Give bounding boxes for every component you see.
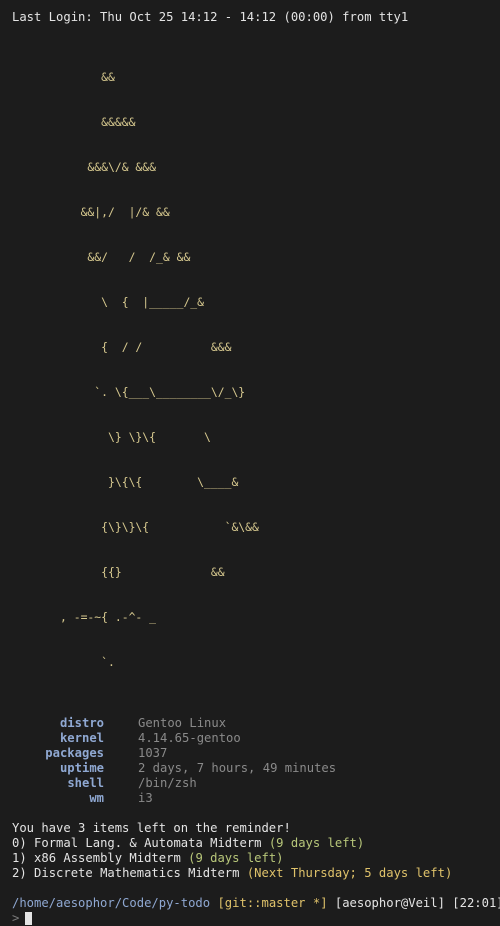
prompt-user-host: [aesophor@Veil]: [334, 896, 445, 910]
last-login-line: Last Login: Thu Oct 25 14:12 - 14:12 (00…: [12, 10, 409, 24]
sysinfo-row-packages: packages 1037: [12, 746, 500, 761]
ascii-art-line: \ { |_____/_&: [60, 295, 205, 309]
prompt-symbol: >: [12, 911, 20, 925]
reminder-due: (9 days left): [268, 836, 365, 850]
prompt-time: [22:01]: [452, 896, 500, 910]
command-input-line[interactable]: >: [12, 911, 500, 926]
ascii-art-line: &&: [60, 70, 115, 84]
reminder-section: You have 3 items left on the reminder! 0…: [12, 821, 500, 881]
reminder-index: 1): [12, 851, 27, 865]
reminder-item: 1) x86 Assembly Midterm (9 days left): [12, 851, 500, 866]
sysinfo-row-kernel: kernel 4.14.65-gentoo: [12, 731, 500, 746]
sysinfo-key: uptime: [59, 761, 104, 775]
sysinfo-row-uptime: uptime 2 days, 7 hours, 49 minutes: [12, 761, 500, 776]
ascii-art-line: {\}\}\{ `&\&&: [60, 520, 259, 534]
ascii-art-line: `.: [60, 655, 115, 669]
sysinfo-value: /bin/zsh: [138, 776, 197, 790]
ascii-art-line: \} \}\{ \: [60, 430, 211, 444]
reminder-index: 0): [12, 836, 27, 850]
reminder-index: 2): [12, 866, 27, 880]
sysinfo-value: i3: [138, 791, 153, 805]
ascii-art-line: }\{\{ \____&: [60, 475, 239, 489]
prompt-git-branch: [git::master *]: [217, 896, 328, 910]
reminder-item: 2) Discrete Mathematics Midterm (Next Th…: [12, 866, 500, 881]
reminder-item: 0) Formal Lang. & Automata Midterm (9 da…: [12, 836, 500, 851]
sysinfo-value: 2 days, 7 hours, 49 minutes: [138, 761, 337, 775]
reminder-task: Discrete Mathematics Midterm: [34, 866, 240, 880]
sysinfo-value: Gentoo Linux: [138, 716, 227, 730]
reminder-due: (Next Thursday; 5 days left): [246, 866, 453, 880]
ascii-art-line: {{} &&: [60, 565, 225, 579]
ascii-art-line: { / / &&&: [60, 340, 232, 354]
sysinfo-row-shell: shell /bin/zsh: [12, 776, 500, 791]
sysinfo-row-distro: distro Gentoo Linux: [12, 716, 500, 731]
ascii-art-line: `. \{___\________\/_\}: [60, 385, 246, 399]
ascii-art-line: &&&\/& &&&: [60, 160, 157, 174]
text-cursor[interactable]: [25, 912, 33, 925]
reminder-header: You have 3 items left on the reminder!: [12, 821, 291, 835]
ascii-art-line: &&|,/ |/& &&: [60, 205, 170, 219]
system-info: distro Gentoo Linux kernel 4.14.65-gento…: [12, 716, 500, 806]
reminder-task: x86 Assembly Midterm: [34, 851, 181, 865]
sysinfo-key: distro: [59, 716, 104, 730]
gentoo-ascii-art: && &&&&& &&&\/& &&& &&|,/ |/& && &&/ / /…: [60, 40, 500, 700]
ascii-art-line: , -=-~{ .-^- _: [60, 610, 157, 624]
ascii-art-line: &&&&&: [60, 115, 136, 129]
ascii-art-line: &&/ / /_& &&: [60, 250, 191, 264]
terminal-window[interactable]: Last Login: Thu Oct 25 14:12 - 14:12 (00…: [0, 0, 500, 925]
shell-prompt: /home/aesophor/Code/py-todo [git::master…: [12, 896, 500, 911]
sysinfo-key: shell: [67, 776, 104, 790]
sysinfo-key: packages: [45, 746, 104, 760]
sysinfo-key: kernel: [59, 731, 104, 745]
sysinfo-value: 1037: [138, 746, 168, 760]
sysinfo-value: 4.14.65-gentoo: [138, 731, 241, 745]
sysinfo-row-wm: wm i3: [12, 791, 500, 806]
reminder-due: (9 days left): [188, 851, 284, 865]
reminder-task: Formal Lang. & Automata Midterm: [34, 836, 262, 850]
sysinfo-key: wm: [89, 791, 104, 805]
prompt-path: /home/aesophor/Code/py-todo: [12, 896, 211, 910]
